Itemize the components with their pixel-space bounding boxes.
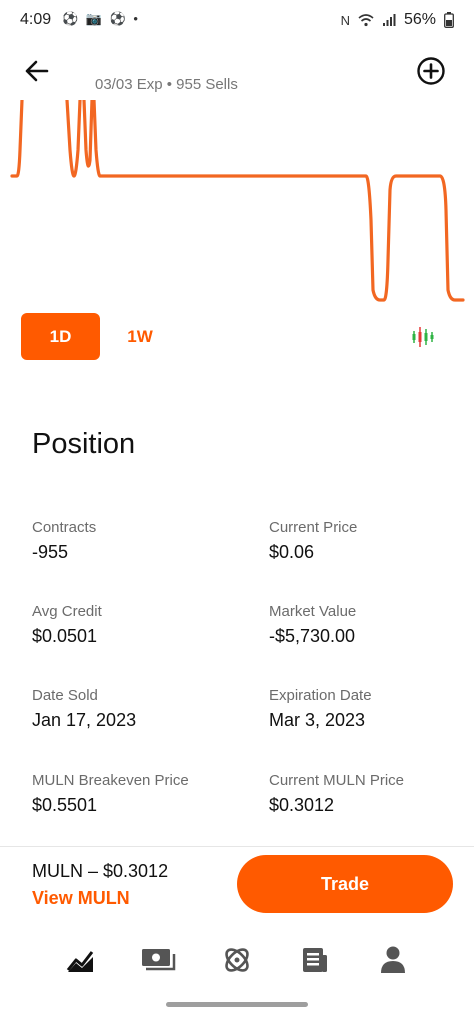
signal-icon <box>382 14 396 26</box>
nfc-icon: N <box>340 12 350 28</box>
candlestick-toggle-button[interactable] <box>410 323 438 351</box>
nav-investing[interactable] <box>61 943 101 977</box>
price-line-chart <box>10 98 465 302</box>
plus-circle-icon <box>417 57 445 85</box>
avg-credit-label: Avg Credit <box>32 603 102 620</box>
view-underlying-link[interactable]: View MULN <box>32 888 130 909</box>
notification-icons: ⚽ 📷 ⚽ • <box>62 11 140 26</box>
current-underlying-price-value: $0.3012 <box>269 795 335 815</box>
battery-percent: 56% <box>403 11 436 28</box>
stat-current-price: Current Price $0.06 <box>269 519 469 563</box>
range-selector: 1D 1W <box>0 313 474 361</box>
nav-crypto[interactable] <box>217 943 257 977</box>
stat-avg-credit: Avg Credit $0.0501 <box>32 603 232 647</box>
current-price-value: $0.06 <box>269 542 315 562</box>
breakeven-price-value: $0.5501 <box>32 795 98 815</box>
arrow-left-icon <box>25 60 49 82</box>
status-time: 4:09 <box>20 11 52 28</box>
profile-icon <box>381 946 405 973</box>
cash-icon <box>142 949 176 971</box>
breakeven-price-label: MULN Breakeven Price <box>32 772 189 789</box>
header-subtitle: 03/03 Exp • 955 Sells <box>95 76 238 93</box>
crypto-icon <box>225 948 249 972</box>
stat-expiration-date: Expiration Date Mar 3, 2023 <box>269 687 469 731</box>
expiration-date-value: Mar 3, 2023 <box>269 710 366 730</box>
avg-credit-value: $0.0501 <box>32 626 98 646</box>
current-underlying-price-label: Current MULN Price <box>269 772 405 789</box>
underlying-ticker-price: MULN – $0.3012 <box>32 861 169 881</box>
divider <box>0 846 474 847</box>
stat-market-value: Market Value -$5,730.00 <box>269 603 469 647</box>
stat-date-sold: Date Sold Jan 17, 2023 <box>32 687 232 731</box>
nav-account[interactable] <box>373 943 413 977</box>
price-line <box>10 98 465 302</box>
status-right: N 56% <box>341 11 454 29</box>
current-price-label: Current Price <box>269 519 358 536</box>
position-title: Position <box>32 428 136 460</box>
status-bar: 4:09 ⚽ 📷 ⚽ • N 56% <box>0 0 474 40</box>
date-sold-label: Date Sold <box>32 687 98 704</box>
market-value-value: -$5,730.00 <box>269 626 356 646</box>
expiration-date-label: Expiration Date <box>269 687 372 704</box>
nav-news[interactable] <box>295 943 335 977</box>
contracts-label: Contracts <box>32 519 97 536</box>
wifi-icon <box>358 14 374 27</box>
stat-breakeven-price: MULN Breakeven Price $0.5501 <box>32 772 232 816</box>
contracts-value: -955 <box>32 542 69 562</box>
range-1w-button[interactable]: 1W <box>120 313 160 360</box>
back-button[interactable] <box>22 56 52 86</box>
price-chart[interactable] <box>0 98 474 310</box>
chart-icon <box>66 951 94 972</box>
trade-button[interactable]: Trade <box>237 855 453 913</box>
stat-current-underlying-price: Current MULN Price $0.3012 <box>269 772 469 816</box>
stat-contracts: Contracts -955 <box>32 519 232 563</box>
header: 03/03 Exp • 955 Sells <box>0 48 474 100</box>
add-button[interactable] <box>416 56 446 86</box>
bottom-nav <box>0 935 474 985</box>
nav-cash[interactable] <box>139 943 179 977</box>
market-value-label: Market Value <box>269 603 357 620</box>
candlestick-icon <box>412 327 434 347</box>
home-indicator[interactable] <box>166 1002 308 1007</box>
battery-icon <box>444 12 454 28</box>
range-1d-button[interactable]: 1D <box>21 313 100 360</box>
date-sold-value: Jan 17, 2023 <box>32 710 137 730</box>
news-icon <box>303 948 327 972</box>
